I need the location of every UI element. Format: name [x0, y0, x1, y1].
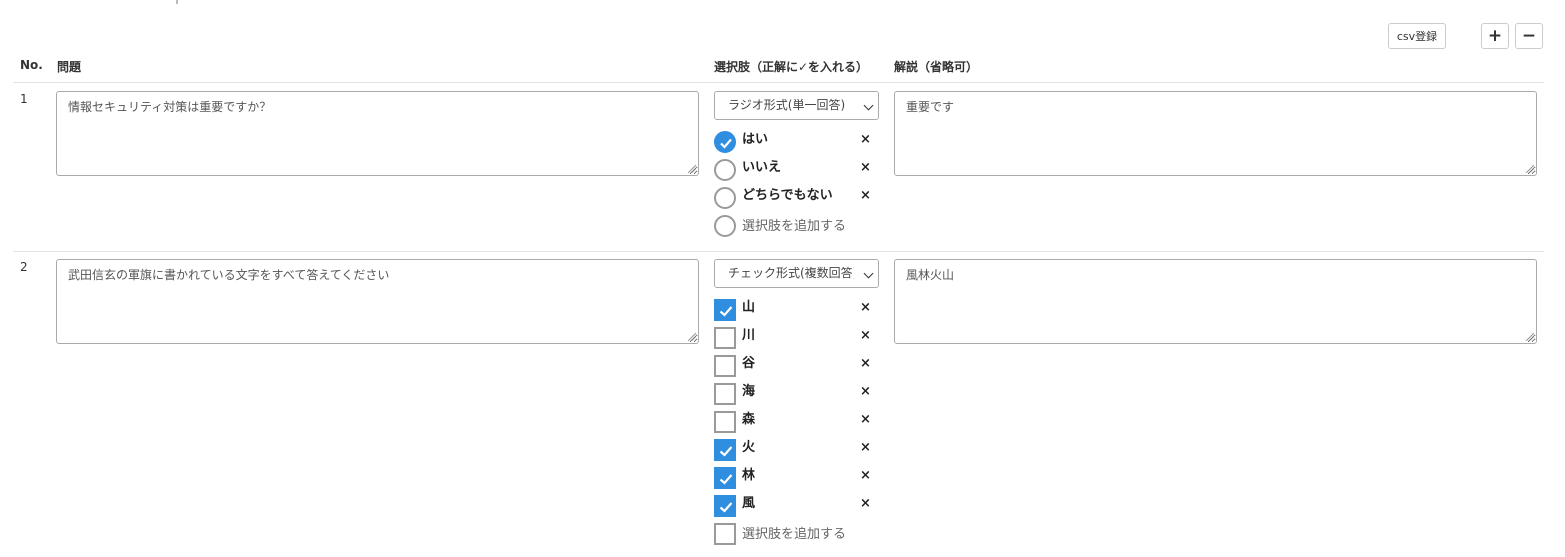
check-icon: [719, 306, 733, 317]
option-row: 森 ×: [714, 408, 874, 434]
checkbox[interactable]: [714, 383, 736, 405]
delete-option-icon[interactable]: ×: [860, 384, 871, 399]
question-text: 情報セキュリティ対策は重要ですか？: [68, 100, 272, 114]
delete-option-icon[interactable]: ×: [860, 468, 871, 483]
add-question-button[interactable]: +: [1481, 23, 1509, 49]
option-label: 谷: [742, 356, 756, 371]
radio-button-checked[interactable]: [714, 131, 736, 153]
check-icon: [720, 138, 732, 149]
choice-type-select[interactable]: ラジオ形式(単一回答): [714, 91, 879, 120]
radio-button[interactable]: [714, 187, 736, 209]
delete-option-icon[interactable]: ×: [860, 412, 871, 427]
header-question: 問題: [57, 60, 82, 74]
resize-grip-icon[interactable]: [688, 165, 696, 173]
delete-option-icon[interactable]: ×: [860, 356, 871, 371]
checkbox: [714, 523, 736, 545]
option-row: 谷 ×: [714, 352, 874, 378]
question-number: 2: [20, 260, 28, 274]
delete-option-icon[interactable]: ×: [860, 328, 871, 343]
option-label: 森: [742, 412, 756, 427]
resize-grip-icon[interactable]: [1526, 333, 1534, 341]
remove-question-button[interactable]: −: [1515, 23, 1543, 49]
toolbar: csv登録 + −: [0, 23, 1565, 51]
option-label: 風: [742, 496, 756, 511]
check-icon: [719, 474, 733, 485]
checkbox-checked[interactable]: [714, 495, 736, 517]
question-text-area[interactable]: 情報セキュリティ対策は重要ですか？: [56, 91, 699, 176]
explanation-text: 重要です: [906, 100, 955, 114]
radio-button[interactable]: [714, 159, 736, 181]
table-header: No. 問題 選択肢（正解に✓を入れる） 解説（省略可）: [0, 56, 1565, 76]
delete-option-icon[interactable]: ×: [860, 132, 871, 147]
option-label: 海: [742, 384, 756, 399]
question-text: 武田信玄の軍旗に書かれている文字をすべて答えてください: [68, 268, 390, 282]
explanation-text: 風林火山: [906, 268, 955, 282]
header-explanation: 解説（省略可）: [894, 60, 979, 74]
radio-button: [714, 215, 736, 237]
checkbox[interactable]: [714, 411, 736, 433]
delete-option-icon[interactable]: ×: [860, 300, 871, 315]
option-row: 海 ×: [714, 380, 874, 406]
resize-grip-icon[interactable]: [688, 333, 696, 341]
delete-option-icon[interactable]: ×: [860, 496, 871, 511]
option-label: 林: [742, 468, 756, 483]
checkbox-checked[interactable]: [714, 299, 736, 321]
option-row: はい ×: [714, 128, 874, 154]
option-row: 川 ×: [714, 324, 874, 350]
header-divider: [13, 82, 1544, 83]
csv-register-button[interactable]: csv登録: [1388, 23, 1446, 49]
choice-type-select[interactable]: チェック形式(複数回答): [714, 259, 879, 288]
check-icon: [719, 446, 733, 457]
option-label: はい: [742, 132, 769, 147]
option-label: 火: [742, 440, 756, 455]
delete-option-icon[interactable]: ×: [860, 160, 871, 175]
check-icon: [719, 502, 733, 513]
top-edge-mark: [176, 0, 178, 4]
header-no: No.: [20, 58, 43, 72]
option-row: どちらでもない ×: [714, 184, 874, 210]
checkbox-checked[interactable]: [714, 467, 736, 489]
checkbox[interactable]: [714, 327, 736, 349]
question-text-area[interactable]: 武田信玄の軍旗に書かれている文字をすべて答えてください: [56, 259, 699, 344]
add-option-row[interactable]: 選択肢を追加する: [714, 212, 874, 238]
checkbox-checked[interactable]: [714, 439, 736, 461]
explanation-text-area[interactable]: 風林火山: [894, 259, 1537, 344]
header-choices: 選択肢（正解に✓を入れる）: [714, 60, 869, 74]
explanation-text-area[interactable]: 重要です: [894, 91, 1537, 176]
choice-type-value: チェック形式(複数回答): [728, 266, 858, 280]
resize-grip-icon[interactable]: [1526, 165, 1534, 173]
option-label: 川: [742, 328, 756, 343]
add-option-label[interactable]: 選択肢を追加する: [742, 215, 846, 234]
add-option-row[interactable]: 選択肢を追加する: [714, 520, 874, 546]
row-divider: [13, 251, 1544, 252]
option-row: 火 ×: [714, 436, 874, 462]
option-row: いいえ ×: [714, 156, 874, 182]
option-row: 林 ×: [714, 464, 874, 490]
delete-option-icon[interactable]: ×: [860, 440, 871, 455]
question-number: 1: [20, 92, 28, 106]
delete-option-icon[interactable]: ×: [860, 188, 871, 203]
checkbox[interactable]: [714, 355, 736, 377]
option-row: 山 ×: [714, 296, 874, 322]
option-row: 風 ×: [714, 492, 874, 518]
choice-type-value: ラジオ形式(単一回答): [728, 98, 846, 112]
option-label: 山: [742, 300, 756, 315]
add-option-label[interactable]: 選択肢を追加する: [742, 523, 846, 542]
option-label: いいえ: [742, 160, 782, 175]
option-label: どちらでもない: [742, 188, 833, 203]
